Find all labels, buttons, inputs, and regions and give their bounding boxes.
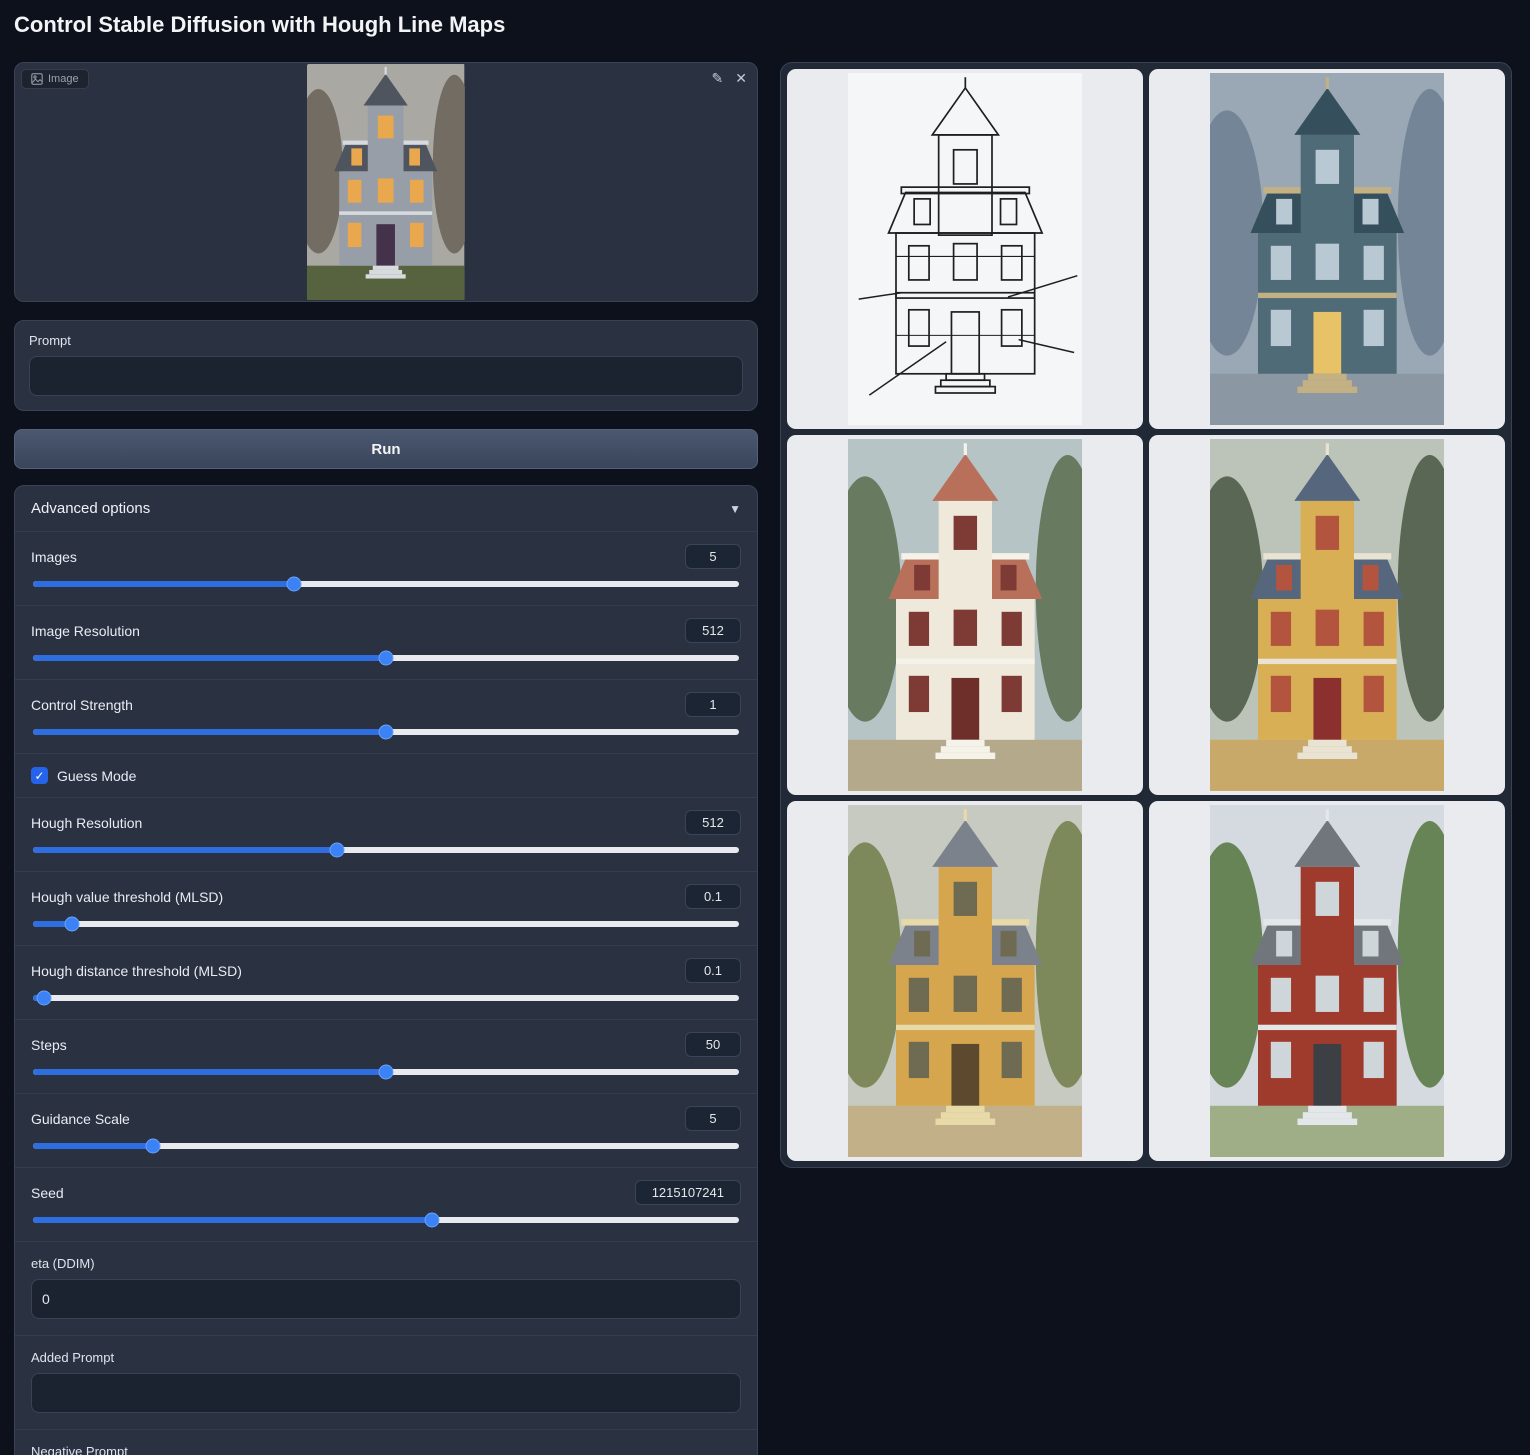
- image-label-tab: Image: [21, 69, 89, 89]
- added-prompt-label: Added Prompt: [31, 1350, 741, 1365]
- controls-column: Image ✎ ✕ Prompt Run Advanced options ▼ …: [14, 62, 758, 1455]
- advanced-options-title: Advanced options: [31, 500, 150, 517]
- slider-handle[interactable]: [379, 1065, 394, 1080]
- slider-handle[interactable]: [424, 1213, 439, 1228]
- input-image-panel[interactable]: Image ✎ ✕: [14, 62, 758, 302]
- eta-row: eta (DDIM): [15, 1241, 757, 1335]
- gallery-item-hough-line-map[interactable]: [787, 69, 1143, 429]
- slider-label-hough-value-threshold: Hough value threshold (MLSD): [31, 889, 223, 905]
- slider-label-hough-distance-threshold: Hough distance threshold (MLSD): [31, 963, 242, 979]
- slider-handle[interactable]: [287, 577, 302, 592]
- slider-handle[interactable]: [379, 725, 394, 740]
- eta-label: eta (DDIM): [31, 1256, 741, 1271]
- slider-fill: [33, 581, 294, 587]
- slider-row-steps: Steps 50: [15, 1019, 757, 1093]
- slider-value-image-resolution[interactable]: 512: [685, 618, 741, 643]
- slider-value-control-strength[interactable]: 1: [685, 692, 741, 717]
- slider-label-steps: Steps: [31, 1037, 67, 1053]
- prompt-input[interactable]: [29, 356, 743, 396]
- slider-fill: [33, 1217, 432, 1223]
- slider-row-hough-value-threshold: Hough value threshold (MLSD) 0.1: [15, 871, 757, 945]
- slider-track-steps[interactable]: [33, 1069, 739, 1075]
- guess-mode-checkbox[interactable]: ✓: [31, 767, 48, 784]
- edit-image-icon[interactable]: ✎: [712, 71, 724, 85]
- guess-mode-row[interactable]: ✓ Guess Mode: [15, 753, 757, 797]
- slider-row-images: Images 5: [15, 531, 757, 605]
- image-actions: ✎ ✕: [712, 71, 747, 85]
- slider-handle[interactable]: [329, 843, 344, 858]
- slider-value-hough-value-threshold[interactable]: 0.1: [685, 884, 741, 909]
- slider-value-hough-distance-threshold[interactable]: 0.1: [685, 958, 741, 983]
- slider-value-guidance-scale[interactable]: 5: [685, 1106, 741, 1131]
- slider-label-images: Images: [31, 549, 77, 565]
- slider-fill: [33, 655, 386, 661]
- added-prompt-row: Added Prompt: [15, 1335, 757, 1429]
- slider-row-control-strength: Control Strength 1: [15, 679, 757, 753]
- eta-input[interactable]: [31, 1279, 741, 1319]
- gallery-item-generated-yellow-blue-house[interactable]: [1149, 435, 1505, 795]
- slider-track-image-resolution[interactable]: [33, 655, 739, 661]
- slider-value-steps[interactable]: 50: [685, 1032, 741, 1057]
- advanced-options-header[interactable]: Advanced options ▼: [15, 486, 757, 531]
- slider-handle[interactable]: [64, 917, 79, 932]
- slider-row-image-resolution: Image Resolution 512: [15, 605, 757, 679]
- image-label: Image: [48, 73, 79, 85]
- slider-value-hough-resolution[interactable]: 512: [685, 810, 741, 835]
- slider-track-seed[interactable]: [33, 1217, 739, 1223]
- slider-fill: [33, 847, 337, 853]
- slider-handle[interactable]: [379, 651, 394, 666]
- guess-mode-label: Guess Mode: [57, 768, 136, 784]
- prompt-label: Prompt: [29, 333, 743, 348]
- slider-label-image-resolution: Image Resolution: [31, 623, 140, 639]
- slider-label-seed: Seed: [31, 1185, 64, 1201]
- slider-track-images[interactable]: [33, 581, 739, 587]
- negative-prompt-row: Negative Prompt: [15, 1429, 757, 1455]
- advanced-options-panel: Advanced options ▼ Images 5 Image Resolu…: [14, 485, 758, 1455]
- slider-row-hough-distance-threshold: Hough distance threshold (MLSD) 0.1: [15, 945, 757, 1019]
- slider-label-guidance-scale: Guidance Scale: [31, 1111, 130, 1127]
- slider-track-hough-distance-threshold[interactable]: [33, 995, 739, 1001]
- slider-fill: [33, 1069, 386, 1075]
- added-prompt-input[interactable]: [31, 1373, 741, 1413]
- input-image-preview[interactable]: [307, 64, 464, 300]
- clear-image-icon[interactable]: ✕: [735, 71, 747, 85]
- slider-value-seed[interactable]: 1215107241: [635, 1180, 741, 1205]
- slider-track-guidance-scale[interactable]: [33, 1143, 739, 1149]
- slider-label-control-strength: Control Strength: [31, 697, 133, 713]
- app-root: Control Stable Diffusion with Hough Line…: [0, 0, 1530, 1455]
- slider-row-hough-resolution: Hough Resolution 512: [15, 797, 757, 871]
- slider-handle[interactable]: [37, 991, 52, 1006]
- image-icon: [31, 73, 43, 85]
- result-gallery: [780, 62, 1512, 1168]
- slider-track-hough-value-threshold[interactable]: [33, 921, 739, 927]
- slider-value-images[interactable]: 5: [685, 544, 741, 569]
- gallery-item-generated-white-house[interactable]: [787, 435, 1143, 795]
- slider-row-guidance-scale: Guidance Scale 5: [15, 1093, 757, 1167]
- slider-fill: [33, 1143, 153, 1149]
- collapse-caret-icon: ▼: [729, 502, 741, 516]
- slider-label-hough-resolution: Hough Resolution: [31, 815, 142, 831]
- gallery-item-generated-blue-house[interactable]: [1149, 69, 1505, 429]
- slider-track-hough-resolution[interactable]: [33, 847, 739, 853]
- gallery-item-generated-gold-house[interactable]: [787, 801, 1143, 1161]
- slider-handle[interactable]: [146, 1139, 161, 1154]
- slider-row-seed: Seed 1215107241: [15, 1167, 757, 1241]
- negative-prompt-label: Negative Prompt: [31, 1444, 741, 1455]
- slider-fill: [33, 729, 386, 735]
- slider-track-control-strength[interactable]: [33, 729, 739, 735]
- run-button[interactable]: Run: [14, 429, 758, 469]
- prompt-panel: Prompt: [14, 320, 758, 411]
- page-title: Control Stable Diffusion with Hough Line…: [14, 12, 505, 38]
- gallery-item-generated-red-brick-house[interactable]: [1149, 801, 1505, 1161]
